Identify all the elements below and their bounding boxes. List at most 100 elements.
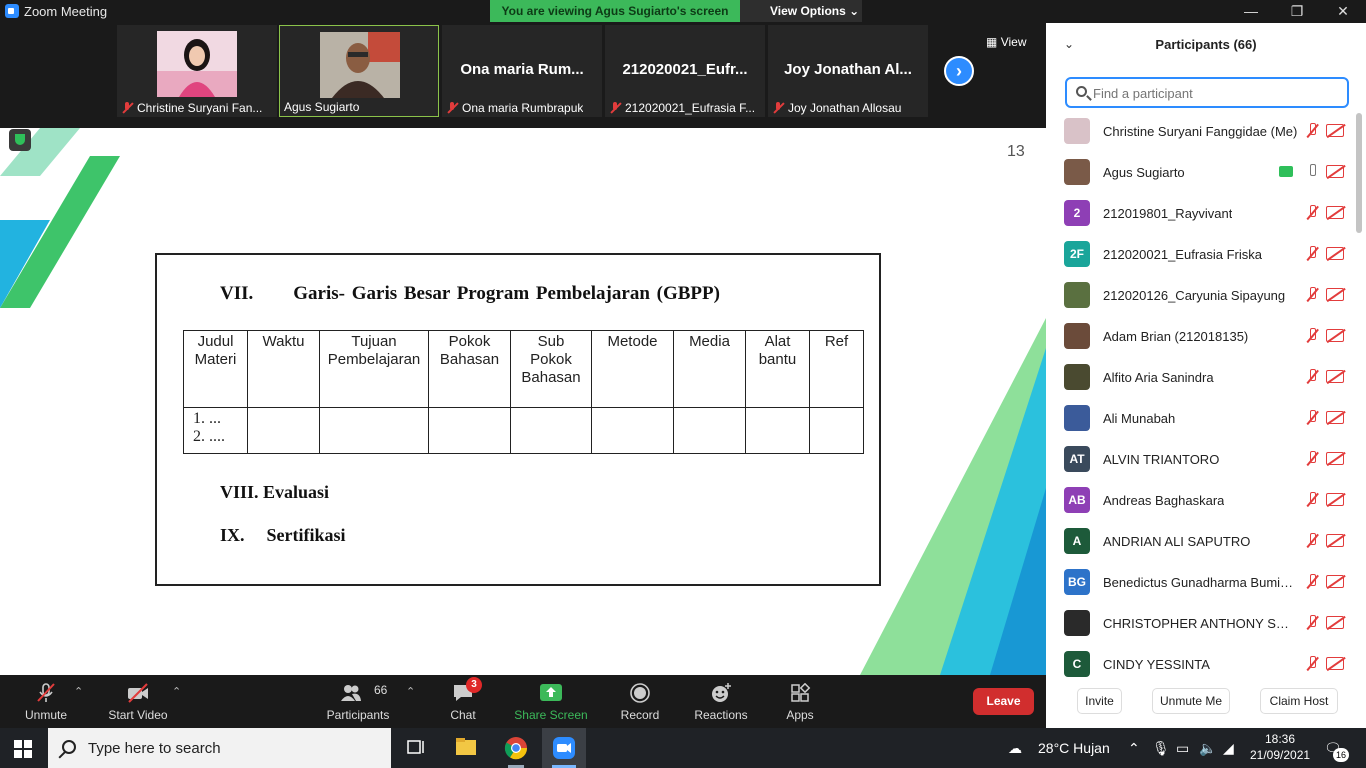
- table-header-cell: Waktu: [247, 330, 320, 408]
- mic-muted-icon[interactable]: [1304, 410, 1320, 426]
- video-tile[interactable]: 212020021_Eufr... 212020021_Eufrasia F..…: [605, 25, 765, 117]
- participant-search[interactable]: [1065, 77, 1349, 108]
- video-off-icon[interactable]: [1326, 575, 1344, 588]
- video-tile[interactable]: Ona maria Rum... Ona maria Rumbrapuk: [442, 25, 602, 117]
- participant-row[interactable]: C CINDY YESSINTA: [1046, 644, 1356, 681]
- mic-muted-icon[interactable]: [1304, 287, 1320, 303]
- participant-row[interactable]: Adam Brian (212018135): [1046, 316, 1356, 357]
- video-off-icon[interactable]: [1326, 411, 1344, 424]
- search-input[interactable]: [1093, 83, 1343, 103]
- claim-host-button[interactable]: Claim Host: [1260, 688, 1338, 714]
- participant-row[interactable]: CHRISTOPHER ANTHONY SURY...: [1046, 603, 1356, 644]
- unmute-me-button[interactable]: Unmute Me: [1152, 688, 1230, 714]
- participant-row[interactable]: 2F 212020021_Eufrasia Friska: [1046, 234, 1356, 275]
- participant-row[interactable]: Christine Suryani Fanggidae (Me): [1046, 111, 1356, 152]
- participant-row[interactable]: Agus Sugiarto: [1046, 152, 1356, 193]
- mic-muted-icon[interactable]: [1304, 492, 1320, 508]
- minimize-button[interactable]: —: [1228, 0, 1274, 22]
- participant-row[interactable]: A ANDRIAN ALI SAPUTRO: [1046, 521, 1356, 562]
- video-off-icon[interactable]: [1326, 534, 1344, 547]
- start-video-label: Start Video: [108, 708, 168, 722]
- participant-row[interactable]: AT ALVIN TRIANTORO: [1046, 439, 1356, 480]
- leave-button[interactable]: Leave: [973, 688, 1034, 715]
- scrollbar[interactable]: [1356, 113, 1362, 233]
- participant-row[interactable]: BG Benedictus Gunadharma Bumisa...: [1046, 562, 1356, 603]
- tile-name: Joy Jonathan Allosau: [772, 101, 901, 115]
- section-evaluasi: VIII. Evaluasi: [220, 482, 330, 502]
- participant-row[interactable]: Alfito Aria Sanindra: [1046, 357, 1356, 398]
- video-off-icon[interactable]: [1326, 370, 1344, 383]
- chevron-up-icon[interactable]: ⌃: [1128, 740, 1140, 757]
- mic-muted-icon: [609, 102, 621, 114]
- record-button[interactable]: Record: [616, 675, 664, 728]
- video-off-icon[interactable]: [1326, 165, 1344, 178]
- video-off-icon[interactable]: [1326, 493, 1344, 506]
- network-icon[interactable]: ◢: [1223, 740, 1234, 757]
- meeting-toolbar: Unmute ⌃ Start Video ⌃ 66 Participants ⌃…: [0, 675, 1046, 728]
- zoom-taskbar-icon[interactable]: [542, 728, 586, 768]
- file-explorer-icon[interactable]: [444, 728, 488, 768]
- apps-button[interactable]: Apps: [778, 675, 822, 728]
- chevron-up-icon[interactable]: ⌃: [74, 685, 83, 698]
- windows-start-icon[interactable]: [14, 740, 32, 758]
- mic-muted-icon[interactable]: [1304, 369, 1320, 385]
- mic-muted-icon[interactable]: [1304, 328, 1320, 344]
- chevron-up-icon[interactable]: ⌃: [406, 685, 415, 698]
- share-screen-button[interactable]: Share Screen: [512, 675, 590, 728]
- video-tile[interactable]: Joy Jonathan Al... Joy Jonathan Allosau: [768, 25, 928, 117]
- participant-name: 212020126_Caryunia Sipayung: [1103, 288, 1286, 303]
- video-off-icon[interactable]: [1326, 452, 1344, 465]
- participant-row[interactable]: AB Andreas Baghaskara: [1046, 480, 1356, 521]
- task-view-icon[interactable]: [394, 728, 438, 768]
- volume-icon[interactable]: 🔈: [1199, 740, 1216, 757]
- video-tile[interactable]: Christine Suryani Fan...: [117, 25, 277, 117]
- mic-muted-icon[interactable]: [1304, 205, 1320, 221]
- video-off-icon[interactable]: [1326, 124, 1344, 137]
- video-off-icon[interactable]: [1326, 206, 1344, 219]
- window-title: Zoom Meeting: [24, 4, 108, 19]
- restore-button[interactable]: ❐: [1274, 0, 1320, 22]
- view-button[interactable]: ▦ View: [986, 35, 1026, 49]
- microphone-icon[interactable]: 🎙: [1152, 740, 1170, 757]
- mic-muted-icon[interactable]: [1304, 246, 1320, 262]
- invite-button[interactable]: Invite: [1077, 688, 1122, 714]
- video-tile-active-speaker[interactable]: Agus Sugiarto: [279, 25, 439, 117]
- share-screen-label: Share Screen: [514, 708, 588, 722]
- video-off-icon[interactable]: [1326, 288, 1344, 301]
- participant-row[interactable]: Ali Munabah: [1046, 398, 1356, 439]
- close-button[interactable]: ✕: [1320, 0, 1366, 22]
- next-page-button[interactable]: ›: [944, 56, 974, 86]
- video-off-icon: [128, 683, 148, 703]
- video-off-icon[interactable]: [1326, 329, 1344, 342]
- participant-name: ANDRIAN ALI SAPUTRO: [1103, 534, 1251, 549]
- participant-photo: [157, 31, 237, 97]
- taskbar-search[interactable]: Type here to search: [48, 728, 391, 768]
- chrome-icon[interactable]: [494, 728, 538, 768]
- participant-row[interactable]: 2 212019801_Rayvivant: [1046, 193, 1356, 234]
- start-video-button[interactable]: Start Video: [104, 675, 172, 728]
- security-shield-icon[interactable]: [9, 129, 31, 151]
- weather-icon[interactable]: ☁: [1008, 740, 1022, 757]
- mic-muted-icon[interactable]: [1304, 451, 1320, 467]
- participants-button[interactable]: 66 Participants: [324, 675, 392, 728]
- chevron-up-icon[interactable]: ⌃: [172, 685, 181, 698]
- grid-icon: ▦: [986, 35, 998, 49]
- video-off-icon[interactable]: [1326, 247, 1344, 260]
- participant-list: Christine Suryani Fanggidae (Me) Agus Sug…: [1046, 111, 1356, 681]
- mic-muted-icon[interactable]: [1304, 533, 1320, 549]
- view-options-button[interactable]: View Options ⌄: [740, 0, 862, 22]
- reactions-button[interactable]: Reactions: [690, 675, 752, 728]
- weather-text[interactable]: 28°C Hujan: [1038, 740, 1110, 756]
- mic-muted-icon[interactable]: [1304, 123, 1320, 139]
- unmute-button[interactable]: Unmute: [16, 675, 76, 728]
- video-off-icon[interactable]: [1326, 616, 1344, 629]
- battery-icon[interactable]: ▭: [1176, 740, 1189, 757]
- participant-row[interactable]: 212020126_Caryunia Sipayung: [1046, 275, 1356, 316]
- mic-icon[interactable]: [1304, 164, 1320, 180]
- video-off-icon[interactable]: [1326, 657, 1344, 670]
- mic-muted-icon[interactable]: [1304, 656, 1320, 672]
- mic-muted-icon[interactable]: [1304, 615, 1320, 631]
- taskbar-clock[interactable]: 18:36 21/09/2021: [1250, 731, 1310, 763]
- mic-muted-icon[interactable]: [1304, 574, 1320, 590]
- participants-panel: ⌄ Participants (66) Christine Suryani Fa…: [1046, 23, 1366, 728]
